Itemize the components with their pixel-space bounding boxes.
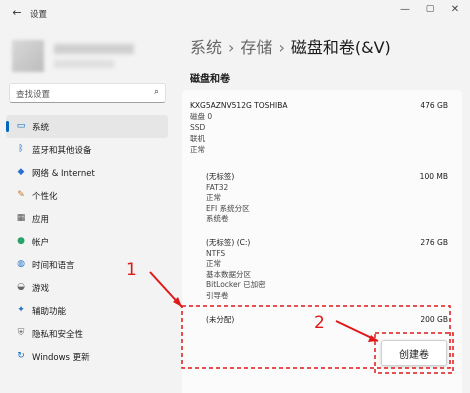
partition-size: 200 GB <box>420 315 448 324</box>
sidebar-item-accessibility[interactable]: ✦ 辅助功能 <box>6 299 168 322</box>
partition-unallocated[interactable]: (未分配) 200 GB <box>206 315 454 326</box>
partition-filesystem: FAT32 <box>206 182 229 192</box>
sidebar-item-system[interactable]: ▭ 系统 <box>6 115 168 138</box>
search-input[interactable]: 查找设置 ⌕ <box>9 83 166 103</box>
sidebar-item-label: 个性化 <box>32 191 58 202</box>
main-content: 系统 › 存储 › 磁盘和卷(&V) 磁盘和卷 KXG5AZNV512G TOSHIBA… <box>170 26 470 393</box>
avatar <box>12 40 44 72</box>
disk-header[interactable]: KXG5AZNV512G TOSHIBA 磁盘 0 SSD 联机 正常 476 … <box>190 100 454 155</box>
disk-type: SSD <box>190 123 206 132</box>
title-bar: ← 设置 — ▢ ✕ <box>0 0 470 26</box>
sidebar-item-label: 时间和语言 <box>32 260 75 271</box>
account-icon: ● <box>17 236 25 246</box>
breadcrumb: 系统 › 存储 › 磁盘和卷(&V) <box>190 34 391 58</box>
close-button[interactable]: ✕ <box>445 4 465 15</box>
annotation-step-2: 2 <box>314 313 325 333</box>
sidebar-item-label: 辅助功能 <box>32 306 67 317</box>
partition-health: 正常 <box>206 259 221 268</box>
annotation-step-1: 1 <box>126 260 137 280</box>
search-icon[interactable]: ⌕ <box>154 87 159 97</box>
sidebar-item-time-language[interactable]: ◍ 时间和语言 <box>6 253 168 276</box>
wifi-icon: ◆ <box>17 167 25 177</box>
partition-size: 276 GB <box>420 238 448 247</box>
sidebar-item-label: 帐户 <box>32 237 50 248</box>
monitor-icon: ▭ <box>16 121 26 131</box>
partition-item[interactable]: (无标签) (C:) NTFS 正常 基本数据分区 BitLocker 已加密 … <box>206 238 454 301</box>
partition-role: 引导卷 <box>206 290 229 300</box>
breadcrumb-separator: › <box>228 38 235 57</box>
disk-status: 联机 <box>190 134 205 143</box>
sidebar-item-label: 系统 <box>32 122 50 133</box>
sidebar-nav: ▭ 系统 ᛒ 蓝牙和其他设备 ◆ 网络 & Internet ✎ 个性化 ▦ 应… <box>6 115 168 368</box>
partition-encryption: BitLocker 已加密 <box>206 280 266 289</box>
sidebar-item-label: 网络 & Internet <box>32 168 95 179</box>
sidebar-item-personalization[interactable]: ✎ 个性化 <box>6 184 168 207</box>
disk-health: 正常 <box>190 145 205 154</box>
partition-label: (无标签) <box>206 172 235 181</box>
brush-icon: ✎ <box>17 190 25 200</box>
sidebar-item-label: 游戏 <box>32 283 50 294</box>
globe-clock-icon: ◍ <box>17 259 25 269</box>
accessibility-icon: ✦ <box>17 305 25 315</box>
sidebar-item-network[interactable]: ◆ 网络 & Internet <box>6 161 168 184</box>
breadcrumb-separator: › <box>278 38 285 57</box>
partition-size: 100 MB <box>419 172 448 181</box>
partition-item[interactable]: (无标签) FAT32 正常 EFI 系统分区 系统卷 100 MB <box>206 172 454 225</box>
sidebar-item-label: Windows 更新 <box>32 352 90 363</box>
partition-health: 正常 <box>206 193 221 202</box>
maximize-button[interactable]: ▢ <box>420 4 440 14</box>
back-arrow-icon[interactable]: ← <box>10 6 24 19</box>
sidebar: 查找设置 ⌕ ▭ 系统 ᛒ 蓝牙和其他设备 ◆ 网络 & Internet ✎ … <box>0 26 170 393</box>
page-title: 磁盘和卷(&V) <box>290 38 391 57</box>
gamepad-icon: ◒ <box>17 282 25 292</box>
app-title: 设置 <box>30 10 48 20</box>
partition-label: (未分配) <box>206 315 235 324</box>
breadcrumb-storage[interactable]: 存储 <box>240 38 272 57</box>
sidebar-item-label: 应用 <box>32 214 50 225</box>
user-name-blurred <box>54 44 134 54</box>
search-placeholder: 查找设置 <box>16 90 51 100</box>
sidebar-item-apps[interactable]: ▦ 应用 <box>6 207 168 230</box>
user-email-blurred <box>54 60 114 68</box>
breadcrumb-system[interactable]: 系统 <box>190 38 222 57</box>
sidebar-item-gaming[interactable]: ◒ 游戏 <box>6 276 168 299</box>
disk-size: 476 GB <box>420 101 448 110</box>
sidebar-item-accounts[interactable]: ● 帐户 <box>6 230 168 253</box>
update-icon: ↻ <box>17 351 25 361</box>
disk-name: 磁盘 0 <box>190 112 213 121</box>
minimize-button[interactable]: — <box>395 4 415 15</box>
partition-type: EFI 系统分区 <box>206 203 250 213</box>
apps-icon: ▦ <box>16 213 26 223</box>
bluetooth-icon: ᛒ <box>18 144 24 154</box>
partition-filesystem: NTFS <box>206 248 226 258</box>
sidebar-item-label: 蓝牙和其他设备 <box>32 145 92 156</box>
sidebar-item-windows-update[interactable]: ↻ Windows 更新 <box>6 345 168 368</box>
section-title: 磁盘和卷 <box>190 74 230 85</box>
sidebar-item-bluetooth[interactable]: ᛒ 蓝牙和其他设备 <box>6 138 168 161</box>
partition-label: (无标签) (C:) <box>206 238 251 247</box>
disk-model: KXG5AZNV512G TOSHIBA <box>190 101 288 110</box>
partition-type: 基本数据分区 <box>206 269 251 279</box>
sidebar-item-label: 隐私和安全性 <box>32 329 84 340</box>
shield-icon: ⛨ <box>17 328 25 338</box>
partition-role: 系统卷 <box>206 214 229 223</box>
sidebar-item-privacy[interactable]: ⛨ 隐私和安全性 <box>6 322 168 345</box>
create-volume-button[interactable]: 创建卷 <box>381 340 447 366</box>
